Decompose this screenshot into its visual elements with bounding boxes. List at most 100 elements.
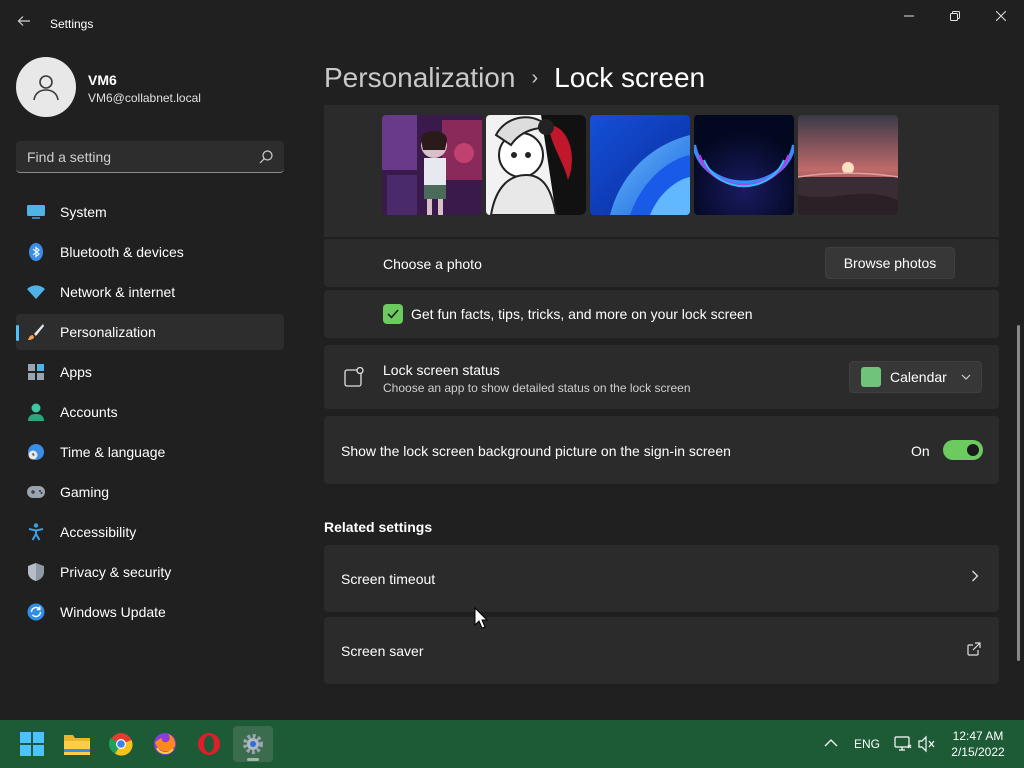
- chevron-up-icon[interactable]: [822, 734, 840, 752]
- sidebar-item-accessibility[interactable]: Accessibility: [16, 514, 284, 550]
- settings-taskbar-button[interactable]: [233, 726, 273, 762]
- chevron-right-icon: [971, 569, 979, 585]
- browse-photos-button[interactable]: Browse photos: [825, 247, 955, 279]
- recent-photos: [382, 115, 898, 215]
- breadcrumb-parent[interactable]: Personalization: [324, 62, 515, 94]
- sidebar-item-label: Gaming: [60, 484, 110, 500]
- sidebar-item-label: Network & internet: [60, 284, 176, 300]
- sidebar-item-label: Privacy & security: [60, 564, 172, 580]
- input-language[interactable]: ENG: [854, 737, 880, 751]
- page-title: Lock screen: [554, 62, 706, 93]
- fun-facts-label: Get fun facts, tips, tricks, and more on…: [411, 306, 753, 322]
- file-explorer-icon: [64, 735, 90, 755]
- sidebar-item-label: System: [60, 204, 107, 220]
- lock-status-title: Lock screen status: [383, 362, 500, 378]
- photo-thumbnail[interactable]: [694, 115, 794, 215]
- sidebar-item-gaming[interactable]: Gaming: [16, 474, 284, 510]
- sidebar-nav: System Bluetooth & devices Network & int…: [16, 194, 284, 634]
- apps-icon: [26, 362, 46, 382]
- firefox-button[interactable]: [145, 726, 185, 762]
- calendar-icon: [861, 367, 881, 387]
- sidebar-item-system[interactable]: System: [16, 194, 284, 230]
- choose-photo-row: Choose a photo Browse photos: [324, 239, 999, 287]
- update-icon: [26, 602, 46, 622]
- search-input[interactable]: Find a setting: [16, 141, 284, 173]
- minimize-icon: [904, 15, 914, 17]
- person-icon: [26, 402, 46, 422]
- close-button[interactable]: [978, 0, 1024, 32]
- screen-saver-label: Screen saver: [341, 643, 424, 659]
- recent-photos-card: [324, 105, 999, 237]
- toggle-state-label: On: [911, 443, 930, 459]
- shield-icon: [26, 562, 46, 582]
- breadcrumb-separator: ›: [531, 66, 539, 89]
- restore-icon: [950, 11, 960, 21]
- person-icon: [33, 75, 59, 101]
- opera-button[interactable]: [189, 726, 229, 762]
- avatar: [16, 57, 76, 117]
- photo-thumbnail[interactable]: [382, 115, 482, 215]
- sidebar-item-label: Windows Update: [60, 604, 166, 620]
- user-name: VM6: [88, 72, 117, 88]
- firefox-icon: [154, 733, 176, 755]
- sidebar-item-apps[interactable]: Apps: [16, 354, 284, 390]
- minimize-button[interactable]: [886, 0, 932, 32]
- toggle-knob: [967, 444, 979, 456]
- close-icon: [996, 11, 1006, 21]
- lock-status-icon: [344, 367, 364, 387]
- title-bar: Settings: [0, 0, 1024, 48]
- status-app-dropdown[interactable]: Calendar: [849, 361, 982, 393]
- chevron-down-icon: [961, 372, 971, 383]
- related-settings-heading: Related settings: [324, 519, 433, 535]
- photo-thumbnail[interactable]: [590, 115, 690, 215]
- sidebar-item-label: Bluetooth & devices: [60, 244, 184, 260]
- search-icon: [259, 150, 273, 164]
- back-button[interactable]: [12, 12, 36, 36]
- clock-date[interactable]: 2/15/2022: [944, 745, 1012, 759]
- brush-icon: [26, 322, 46, 342]
- clock-time[interactable]: 12:47 AM: [944, 729, 1012, 743]
- sidebar-item-label: Personalization: [60, 324, 156, 340]
- sidebar-item-windows-update[interactable]: Windows Update: [16, 594, 284, 630]
- status-app-value: Calendar: [890, 369, 947, 385]
- sidebar-item-accounts[interactable]: Accounts: [16, 394, 284, 430]
- signin-background-label: Show the lock screen background picture …: [341, 443, 731, 459]
- sidebar-item-network[interactable]: Network & internet: [16, 274, 284, 310]
- back-arrow-icon: [17, 16, 30, 26]
- taskbar: ENG 12:47 AM 2/15/2022: [0, 720, 1024, 768]
- opera-icon: [198, 733, 220, 755]
- signin-background-toggle[interactable]: [943, 440, 983, 460]
- photo-thumbnail[interactable]: [798, 115, 898, 215]
- sidebar-item-privacy[interactable]: Privacy & security: [16, 554, 284, 590]
- user-profile[interactable]: VM6 VM6@collabnet.local: [16, 57, 296, 119]
- sidebar-item-label: Apps: [60, 364, 92, 380]
- start-button[interactable]: [12, 726, 52, 762]
- chrome-button[interactable]: [101, 726, 141, 762]
- app-title: Settings: [50, 17, 94, 31]
- bluetooth-icon: [26, 242, 46, 262]
- volume-muted-icon[interactable]: [918, 735, 936, 753]
- external-link-icon: [967, 642, 981, 656]
- settings-icon: [243, 734, 263, 754]
- screen-saver-link[interactable]: Screen saver: [324, 617, 999, 684]
- accessibility-icon: [26, 522, 46, 542]
- clock-globe-icon: [26, 442, 46, 462]
- sidebar-item-time-language[interactable]: Time & language: [16, 434, 284, 470]
- maximize-button[interactable]: [932, 0, 978, 32]
- fun-facts-checkbox[interactable]: [383, 304, 403, 324]
- lock-screen-status-row: Lock screen status Choose an app to show…: [324, 345, 999, 409]
- sidebar-item-label: Accounts: [60, 404, 118, 420]
- wifi-icon: [26, 282, 46, 302]
- mouse-cursor-icon: [474, 607, 488, 629]
- sidebar-item-bluetooth[interactable]: Bluetooth & devices: [16, 234, 284, 270]
- network-icon[interactable]: [894, 735, 912, 753]
- sidebar-item-personalization[interactable]: Personalization: [16, 314, 284, 350]
- gamepad-icon: [26, 482, 46, 502]
- file-explorer-button[interactable]: [57, 726, 97, 762]
- screen-timeout-link[interactable]: Screen timeout: [324, 545, 999, 612]
- main-content: Choose a photo Browse photos Get fun fac…: [324, 105, 1000, 720]
- sidebar-item-label: Time & language: [60, 444, 166, 460]
- scrollbar[interactable]: [1017, 325, 1020, 661]
- photo-thumbnail[interactable]: [486, 115, 586, 215]
- system-icon: [26, 202, 46, 222]
